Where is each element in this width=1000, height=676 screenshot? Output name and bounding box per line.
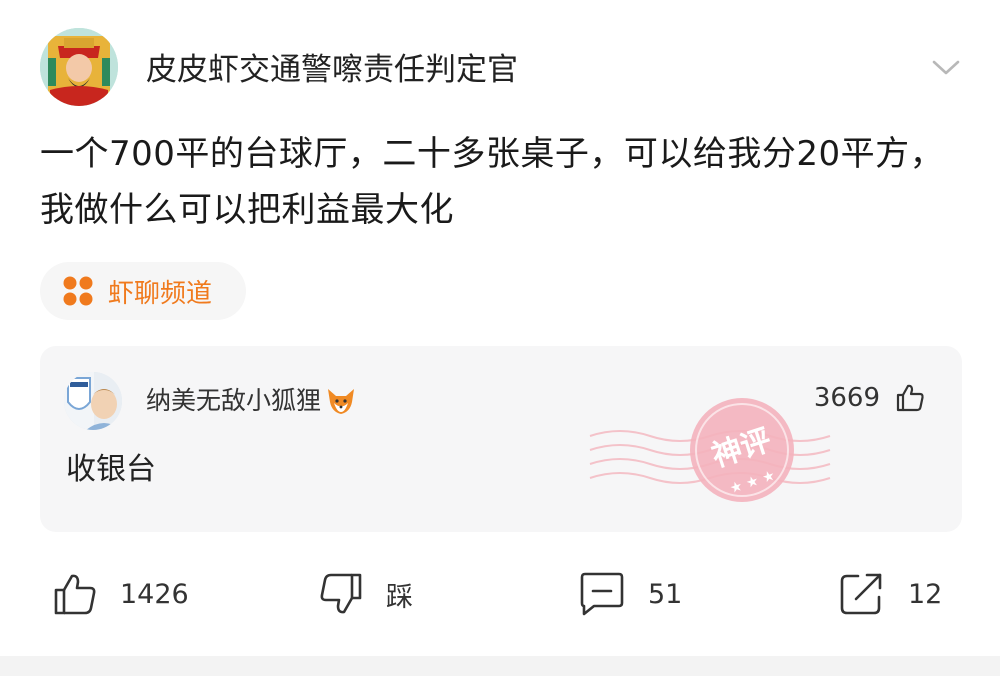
comment-text: 收银台 — [66, 452, 156, 487]
comment-count: 51 — [648, 578, 683, 610]
like-count: 1426 — [120, 578, 189, 610]
comment-button[interactable]: 51 — [578, 568, 682, 620]
share-count: 12 — [908, 578, 943, 610]
bottom-divider — [0, 656, 1000, 676]
author-avatar[interactable] — [40, 28, 118, 106]
share-icon — [840, 573, 882, 615]
post-content: 一个700平的台球厅，二十多张桌子，可以给我分20平方，我做什么可以把利益最大化 — [40, 134, 945, 230]
commenter-name-row[interactable]: 纳美无敌小狐狸 — [146, 384, 357, 418]
comment-icon — [580, 572, 624, 616]
commenter-avatar[interactable] — [64, 372, 122, 430]
share-button[interactable]: 12 — [838, 568, 942, 620]
chevron-down-icon[interactable] — [928, 52, 964, 82]
thumb-up-icon — [896, 384, 924, 412]
comment-like-button[interactable]: 3669 — [814, 382, 926, 414]
thumb-down-icon — [320, 573, 362, 614]
commenter-name: 纳美无敌小狐狸 — [146, 386, 322, 415]
dislike-button[interactable]: 踩 — [318, 568, 413, 620]
author-name[interactable]: 皮皮虾交通警嚓责任判定官 — [146, 50, 518, 90]
channel-label: 虾聊频道 — [108, 278, 213, 309]
channel-tag[interactable]: 虾聊频道 — [40, 262, 247, 320]
god-comment-card[interactable]: 神评 ★ ★ ★ 纳美无敌小狐狸 3669 收银台 — [40, 346, 962, 532]
channel-dots-icon — [63, 276, 93, 306]
thumb-up-icon — [54, 574, 96, 615]
comment-like-count: 3669 — [813, 383, 880, 413]
dislike-label: 踩 — [386, 581, 413, 613]
fox-emoji-icon — [328, 389, 355, 414]
like-button[interactable]: 1426 — [52, 568, 189, 620]
god-comment-stamp: 神评 ★ ★ ★ — [589, 398, 831, 502]
